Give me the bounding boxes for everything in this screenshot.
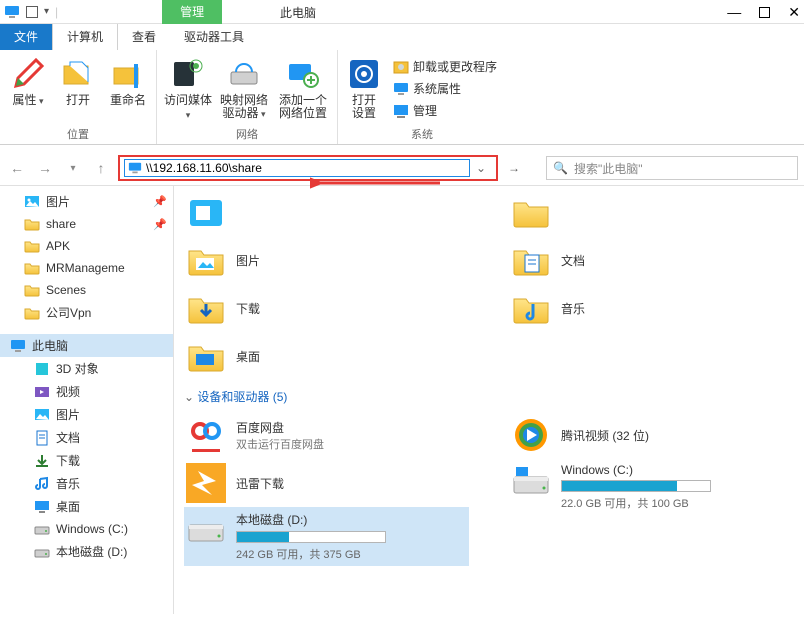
tab-computer[interactable]: 计算机: [52, 22, 118, 50]
main-split: 图片📌share📌APKMRManagemeScenes公司Vpn 此电脑 3D…: [0, 185, 804, 614]
forward-button[interactable]: →: [34, 157, 56, 179]
drive-c-usage-bar: [561, 480, 711, 492]
sidebar-item[interactable]: 本地磁盘 (D:): [0, 540, 173, 563]
access-media-button[interactable]: 访问媒体: [163, 54, 213, 124]
up-button[interactable]: ↑: [90, 157, 112, 179]
folder-item[interactable]: 音乐: [509, 284, 794, 332]
back-button[interactable]: ←: [6, 157, 28, 179]
ribbon-group-system: 打开 设置 卸载或更改程序 系统属性 管理 系统: [338, 50, 506, 144]
folder-item[interactable]: 文档: [509, 236, 794, 284]
qat-checkbox-icon[interactable]: [26, 6, 38, 18]
folder-item[interactable]: 下载: [184, 284, 469, 332]
properties-button[interactable]: 属性: [6, 54, 50, 124]
tab-drive-tools[interactable]: 驱动器工具: [170, 23, 258, 50]
address-dropdown-icon[interactable]: ⌄: [470, 161, 492, 175]
system-properties-button[interactable]: 系统属性: [390, 79, 500, 98]
sidebar-item[interactable]: 公司Vpn: [0, 301, 173, 324]
sidebar-item[interactable]: 文档: [0, 426, 173, 449]
sidebar-item[interactable]: 视频: [0, 380, 173, 403]
quick-access-toolbar: ▾ |: [0, 4, 62, 20]
pc-icon: [4, 4, 20, 20]
minimize-button[interactable]: —: [727, 4, 741, 20]
ribbon-group-network: 访问媒体 映射网络 驱动器 添加一个 网络位置 网络: [157, 50, 338, 144]
drive-d-usage-bar: [236, 531, 386, 543]
rename-button[interactable]: 重命名: [106, 54, 150, 124]
sidebar-item[interactable]: Scenes: [0, 279, 173, 301]
qat-dropdown-icon[interactable]: ▾: [44, 6, 49, 17]
address-bar[interactable]: [124, 159, 470, 177]
window-title: 此电脑: [280, 4, 316, 21]
sidebar-item[interactable]: share📌: [0, 213, 173, 235]
go-button[interactable]: →: [504, 161, 524, 175]
tab-file[interactable]: 文件: [0, 23, 52, 50]
annotation-arrow: [310, 177, 450, 207]
uninstall-programs-button[interactable]: 卸载或更改程序: [390, 57, 500, 76]
device-xunlei[interactable]: 迅雷下载: [184, 459, 469, 507]
pin-icon: 📌: [153, 218, 167, 231]
pin-icon: 📌: [153, 195, 167, 208]
sidebar-item[interactable]: 音乐: [0, 472, 173, 495]
ribbon-tabs: 文件 计算机 查看 驱动器工具: [0, 24, 804, 50]
devices-header[interactable]: 设备和驱动器 (5): [184, 388, 794, 405]
search-box[interactable]: 🔍 搜索"此电脑": [546, 156, 798, 180]
sidebar-item[interactable]: Windows (C:): [0, 518, 173, 540]
folder-item[interactable]: 图片: [184, 236, 469, 284]
title-bar: ▾ | 管理 此电脑 — ✕: [0, 0, 804, 24]
navigation-pane[interactable]: 图片📌share📌APKMRManagemeScenes公司Vpn 此电脑 3D…: [0, 186, 174, 614]
ribbon-group-location: 属性 打开 重命名 位置: [0, 50, 157, 144]
drive-d[interactable]: 本地磁盘 (D:) 242 GB 可用，共 375 GB: [184, 507, 469, 566]
folder-item[interactable]: 桌面: [184, 332, 469, 380]
tab-view[interactable]: 查看: [118, 23, 170, 50]
sidebar-item[interactable]: 3D 对象: [0, 357, 173, 380]
sidebar-item[interactable]: APK: [0, 235, 173, 257]
close-button[interactable]: ✕: [788, 4, 800, 21]
address-input[interactable]: [146, 161, 466, 175]
add-network-location-button[interactable]: 添加一个 网络位置: [275, 54, 331, 124]
recent-locations-button[interactable]: ▾: [62, 157, 84, 179]
device-tencent[interactable]: 腾讯视频 (32 位): [509, 411, 794, 459]
pc-icon: [128, 161, 142, 175]
open-button[interactable]: 打开: [56, 54, 100, 124]
maximize-button[interactable]: [759, 7, 770, 18]
open-settings-button[interactable]: 打开 设置: [344, 54, 384, 124]
sidebar-item[interactable]: 图片📌: [0, 190, 173, 213]
sidebar-this-pc[interactable]: 此电脑: [0, 334, 173, 357]
device-baidu[interactable]: 百度网盘双击运行百度网盘: [184, 411, 469, 459]
map-drive-button[interactable]: 映射网络 驱动器: [219, 54, 269, 124]
search-icon: 🔍: [553, 161, 568, 175]
manage-button[interactable]: 管理: [390, 101, 500, 120]
search-placeholder: 搜索"此电脑": [574, 160, 643, 177]
drive-c[interactable]: Windows (C:) 22.0 GB 可用，共 100 GB: [509, 459, 794, 515]
contextual-tab-manage[interactable]: 管理: [162, 0, 222, 24]
sidebar-item[interactable]: 桌面: [0, 495, 173, 518]
sidebar-item[interactable]: 图片: [0, 403, 173, 426]
sidebar-item[interactable]: MRManageme: [0, 257, 173, 279]
folder-item[interactable]: [509, 188, 794, 236]
content-area[interactable]: 图片下载桌面 文档音乐 设备和驱动器 (5) 百度网盘双击运行百度网盘 迅雷下载: [174, 186, 804, 614]
ribbon: 属性 打开 重命名 位置 访问媒体 映射网络 驱动器: [0, 50, 804, 145]
sidebar-item[interactable]: 下载: [0, 449, 173, 472]
